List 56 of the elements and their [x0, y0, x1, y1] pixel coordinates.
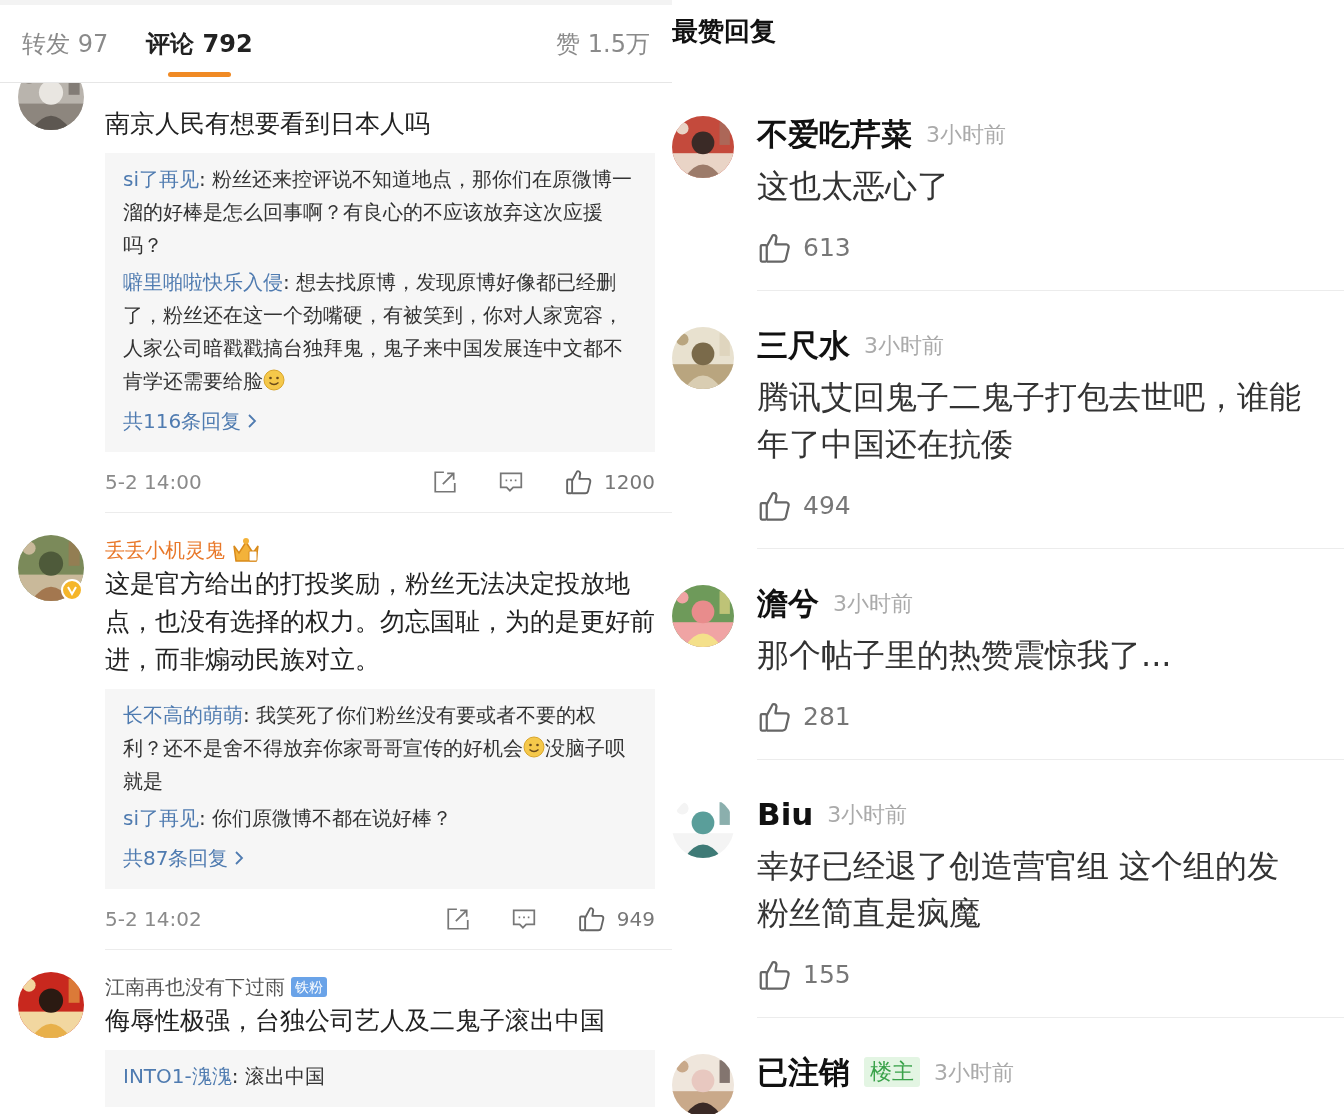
- reply-time: 3小时前: [864, 331, 944, 360]
- user-name[interactable]: 江南再也没有下过雨: [105, 972, 285, 1002]
- reply-user-link[interactable]: si了再见: [123, 806, 199, 830]
- user-name[interactable]: 澹兮: [757, 579, 819, 627]
- comment-text: 南京人民有想要看到日本人吗: [105, 108, 431, 140]
- crown-icon: [231, 536, 261, 564]
- like-button[interactable]: 281: [757, 691, 851, 743]
- reply-text-line: 年了中国还在抗倭: [757, 424, 1014, 465]
- tab[interactable]: 转发 97: [22, 5, 109, 82]
- fan-badge: 铁粉: [291, 977, 327, 997]
- reply-text-line: 这也太恶心了: [757, 166, 950, 207]
- reply-text: 噼里啪啦快乐入侵: 想去找原博，发现原博好像都已经删了，粉丝还在这一个劲嘴硬，有被笑到，你对人家宽容，人家公司暗戳戳搞台独拜鬼，鬼子来中国发展连中文都不肯学还需要给脸: [123, 269, 624, 395]
- owner-tag: 楼主: [864, 1057, 920, 1087]
- user-name[interactable]: Biu: [757, 790, 814, 838]
- verified-icon: [61, 579, 83, 601]
- more-replies-link[interactable]: 共116条回复: [123, 404, 258, 438]
- reply-text-line: 那个帖子里的热赞震惊我了...: [757, 635, 1173, 676]
- user-name[interactable]: 已注销: [757, 1048, 850, 1096]
- reply-user-link[interactable]: 噼里啪啦快乐入侵: [123, 270, 283, 294]
- reply-user-link[interactable]: si了再见: [123, 167, 199, 191]
- reply-text: INTO1-溾溾: 滚出中国: [123, 1063, 326, 1090]
- reply-time: 3小时前: [934, 1058, 1014, 1087]
- reply-user-link[interactable]: INTO1-溾溾: [123, 1064, 232, 1088]
- reply-text: si了再见: 你们原微博不都在说好棒？: [123, 805, 454, 832]
- reply-text: 长不高的萌萌: 我笑死了你们粉丝没有要或者不要的权利？还不是舍不得放弃你家哥哥宣传的好机会 没脑子呗就是: [123, 702, 626, 795]
- comment-text: 这是官方给出的打投奖励，粉丝无法决定投放地点，也没有选择的权力。勿忘国耻，为的是更好前进，而非煽动民族对立。: [105, 568, 655, 676]
- user-name[interactable]: 丢丢小机灵鬼: [105, 535, 225, 565]
- chevron-right-icon: [234, 851, 245, 865]
- emoji-icon: [523, 736, 545, 758]
- reply-time: 3小时前: [827, 800, 908, 829]
- reply-text: si了再见: 粉丝还来控评说不知道地点，那你们在原微博一溜的好棒是怎么回事啊？有良心的不应该放弃这次应援吗？: [123, 166, 634, 259]
- comment-text: 侮辱性极强，台独公司艺人及二鬼子滚出中国: [105, 1005, 606, 1037]
- chevron-right-icon: [247, 414, 258, 428]
- tab[interactable]: 评论 792: [146, 5, 253, 82]
- emoji-icon: [263, 369, 285, 391]
- tab[interactable]: 赞 1.5万: [556, 5, 650, 82]
- reply-text-line: 幸好已经退了创造营官组 这个组的发: [757, 846, 1281, 887]
- user-name[interactable]: 三尺水: [757, 321, 850, 369]
- like-button[interactable]: 613: [757, 222, 851, 274]
- reply-text-line: 粉丝简直是疯魔: [757, 893, 982, 934]
- like-button[interactable]: 1200: [564, 467, 655, 497]
- comment-time: 5-2 14:02: [105, 906, 202, 933]
- like-button[interactable]: 494: [757, 480, 851, 532]
- share-icon[interactable]: [444, 906, 471, 932]
- like-button[interactable]: 155: [757, 949, 851, 1001]
- reply-text-line: 腾讯艾回鬼子二鬼子打包去世吧，谁能: [757, 377, 1302, 418]
- thumbs-up-icon: [576, 904, 607, 934]
- more-replies-link[interactable]: 共87条回复: [123, 841, 245, 875]
- comment-time: 5-2 14:00: [105, 469, 202, 496]
- reply-time: 3小时前: [833, 589, 913, 618]
- reply-time: 3小时前: [926, 120, 1006, 149]
- share-icon[interactable]: [432, 469, 459, 495]
- section-title: 最赞回复: [672, 16, 776, 46]
- user-name[interactable]: 不爱吃芹菜: [757, 110, 912, 158]
- like-button[interactable]: 949: [576, 904, 655, 934]
- reply-user-link[interactable]: 长不高的萌萌: [123, 703, 243, 727]
